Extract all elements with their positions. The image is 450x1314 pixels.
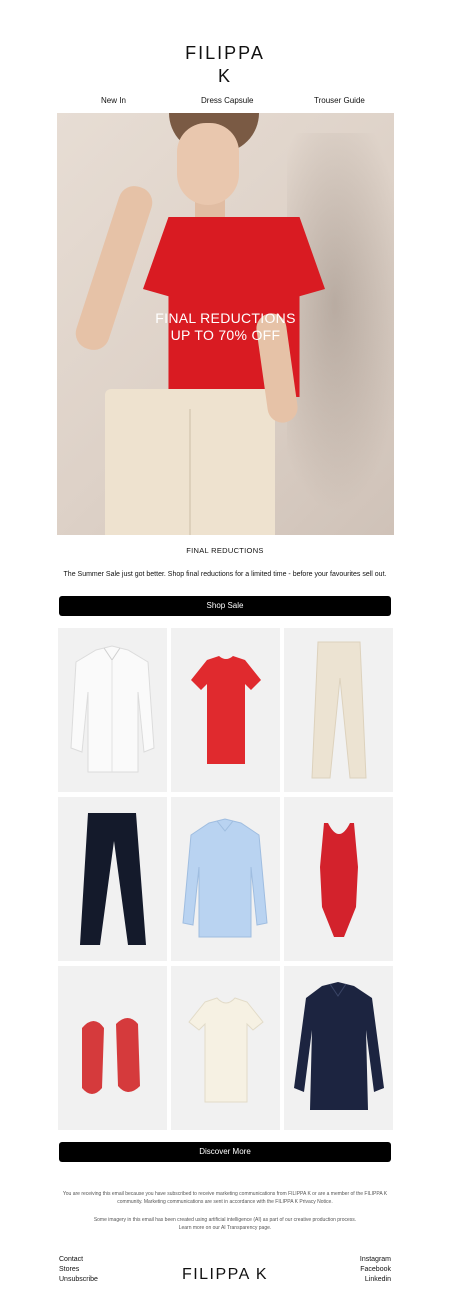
- navy-trousers-icon: [80, 813, 146, 945]
- top-nav: New In Dress Capsule Trouser Guide: [0, 96, 450, 108]
- brand-logo[interactable]: FILIPPA K: [0, 42, 450, 88]
- section-body: The Summer Sale just got better. Shop fi…: [63, 571, 387, 578]
- navy-shirt-icon: [294, 982, 384, 1110]
- product-tile-cream-tshirt[interactable]: [171, 966, 280, 1130]
- cream-trousers-icon: [311, 641, 367, 779]
- footer-facebook-link[interactable]: Facebook: [360, 1265, 391, 1275]
- discover-more-button[interactable]: Discover More: [59, 1142, 391, 1162]
- white-shirt-icon: [70, 645, 155, 773]
- nav-new-in[interactable]: New In: [101, 96, 126, 105]
- red-swimsuit-icon: [320, 823, 358, 937]
- product-tile-red-tshirt[interactable]: [171, 628, 280, 792]
- hero-headline-line-2: UP TO 70% OFF: [170, 327, 281, 343]
- product-tile-light-blue-shirt[interactable]: [171, 797, 280, 961]
- red-tshirt-icon: [191, 656, 261, 764]
- product-tile-navy-trousers[interactable]: [58, 797, 167, 961]
- footer-social-links: Instagram Facebook Linkedin: [360, 1255, 391, 1285]
- footer-instagram-link[interactable]: Instagram: [360, 1255, 391, 1265]
- product-tile-white-shirt[interactable]: [58, 628, 167, 792]
- product-tile-red-swimsuit[interactable]: [284, 797, 393, 961]
- section-title: FINAL REDUCTIONS: [186, 546, 264, 555]
- footer-contact-link[interactable]: Contact: [59, 1255, 98, 1265]
- legal-ai-link[interactable]: Learn more on our AI Transparency page.: [55, 1224, 395, 1232]
- hero-red-tshirt: [143, 217, 325, 397]
- hero-banner[interactable]: FINAL REDUCTIONS UP TO 70% OFF: [57, 113, 394, 535]
- footer-linkedin-link[interactable]: Linkedin: [360, 1275, 391, 1285]
- product-grid: [58, 628, 393, 1130]
- hero-headline-line-1: FINAL REDUCTIONS: [155, 310, 296, 326]
- hero-headline: FINAL REDUCTIONS UP TO 70% OFF: [57, 310, 394, 344]
- hero-cream-trousers: [105, 389, 275, 535]
- nav-trouser-guide[interactable]: Trouser Guide: [314, 96, 365, 105]
- hero-model-face: [177, 123, 239, 205]
- legal-ai-text: Some imagery in this email has been crea…: [55, 1216, 395, 1232]
- legal-ai-line-1: Some imagery in this email has been crea…: [93, 1217, 357, 1223]
- product-tile-cream-trousers[interactable]: [284, 628, 393, 792]
- product-tile-red-ballet-flats[interactable]: [58, 966, 167, 1130]
- logo-line-1: FILIPPA: [185, 43, 265, 63]
- nav-dress-capsule[interactable]: Dress Capsule: [201, 96, 253, 105]
- light-blue-shirt-icon: [182, 818, 268, 938]
- red-ballet-flats-icon: [82, 1018, 140, 1094]
- cream-tshirt-icon: [188, 997, 264, 1103]
- shop-sale-button[interactable]: Shop Sale: [59, 596, 391, 616]
- logo-line-2: K: [217, 66, 232, 86]
- legal-subscription-text: You are receiving this email because you…: [62, 1191, 388, 1205]
- product-tile-navy-shirt[interactable]: [284, 966, 393, 1130]
